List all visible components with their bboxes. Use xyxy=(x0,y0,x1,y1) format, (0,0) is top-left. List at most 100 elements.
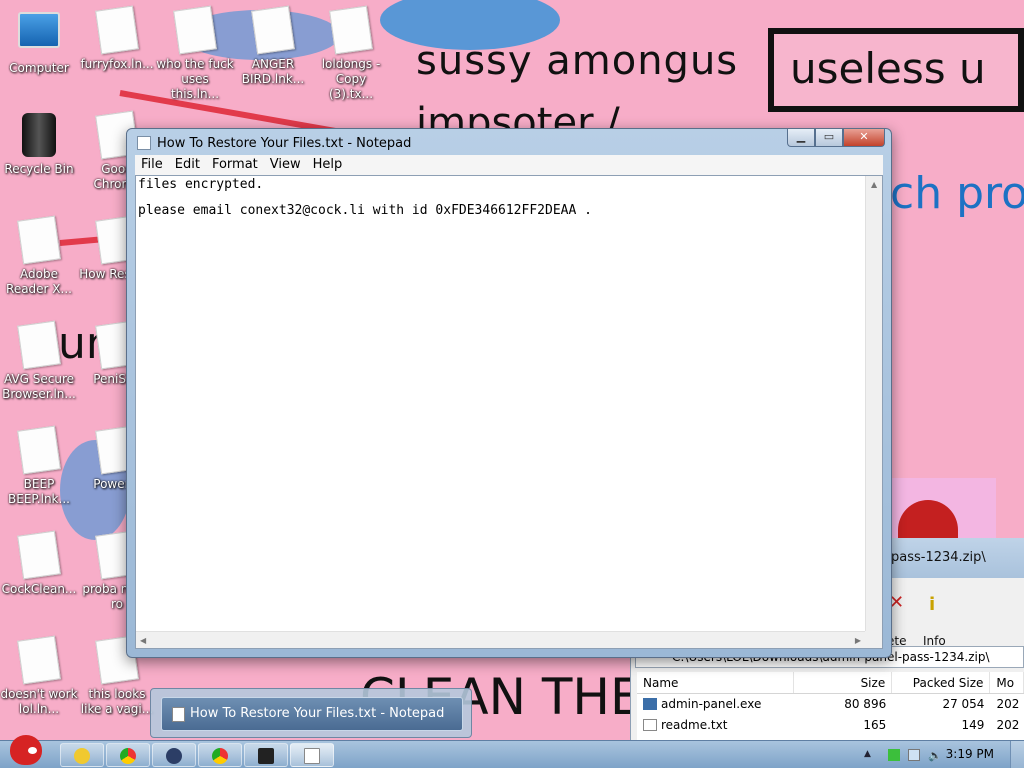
wallpaper-text-chpro: ch pro xyxy=(890,168,1024,219)
desktop-icon-who[interactable]: who the fuck uses this.ln... xyxy=(156,5,234,102)
desktop-icon-beep[interactable]: BEEP BEEP.lnk... xyxy=(0,425,78,507)
file-name: readme.txt xyxy=(661,718,728,732)
preview-label: How To Restore Your Files.txt - Notepad xyxy=(190,706,445,721)
notepad-titlebar[interactable]: How To Restore Your Files.txt - Notepad xyxy=(127,129,891,155)
desktop-icon-label: Computer xyxy=(9,61,69,75)
desktop-icon-label: loldongs - Copy (3).tx... xyxy=(321,57,381,101)
text-file-icon xyxy=(643,719,657,731)
exe-file-icon xyxy=(643,698,657,710)
computer-icon xyxy=(18,12,60,58)
clock[interactable]: 3:19 PM xyxy=(946,747,994,761)
desktop-icon-adobe[interactable]: Adobe Reader X... xyxy=(0,215,78,297)
file-list[interactable]: Name Size Packed Size Mo admin-panel.exe… xyxy=(637,672,1024,740)
scroll-left-icon[interactable]: ◀ xyxy=(140,636,146,645)
notepad-icon xyxy=(172,707,185,722)
document-icon xyxy=(329,5,373,55)
column-modified[interactable]: Mo xyxy=(990,672,1024,693)
file-size: 165 xyxy=(863,718,887,732)
start-button[interactable] xyxy=(4,731,48,768)
file-modified: 202 xyxy=(996,718,1020,732)
desktop-icon-label: AVG Secure Browser.ln... xyxy=(2,372,76,401)
system-tray: ▲ 🔈 3:19 PM xyxy=(844,741,1024,768)
notepad-icon xyxy=(304,748,320,764)
column-size[interactable]: Size xyxy=(794,672,893,693)
desktop-icon-computer[interactable]: Computer xyxy=(0,8,78,76)
chrome-icon xyxy=(120,748,136,764)
taskbar-chrome-2[interactable] xyxy=(198,743,242,767)
horizontal-scrollbar[interactable]: ◀ ▶ xyxy=(136,631,865,648)
wallpaper-text-sussy: sussy amongus xyxy=(416,38,739,84)
document-icon xyxy=(95,5,139,55)
angry-bird-icon xyxy=(10,735,42,765)
taskbar-explorer[interactable] xyxy=(60,743,104,767)
eclipse-icon xyxy=(166,748,182,764)
network-icon[interactable] xyxy=(888,749,900,761)
close-button[interactable]: ✕ xyxy=(843,129,885,147)
desktop-icon-cockclean[interactable]: CockClean... xyxy=(0,530,78,597)
taskbar: ▲ 🔈 3:19 PM xyxy=(0,735,1024,768)
table-row[interactable]: admin-panel.exe 80 896 27 054 202 xyxy=(637,694,1024,715)
document-icon xyxy=(17,425,61,475)
desktop-icon-label: Adobe Reader X... xyxy=(6,267,72,296)
file-list-header: Name Size Packed Size Mo xyxy=(637,672,1024,694)
document-icon xyxy=(173,5,217,55)
document-icon xyxy=(17,530,61,580)
file-name: admin-panel.exe xyxy=(661,697,762,711)
desktop-icon-doesnt[interactable]: doesn't work lol.ln... xyxy=(0,635,78,717)
table-row[interactable]: readme.txt 165 149 202 xyxy=(637,715,1024,736)
desktop-icon-anger[interactable]: ANGER BIRD.lnk... xyxy=(234,5,312,87)
wallpaper-pixel-art xyxy=(892,478,996,540)
taskbar-7zip[interactable] xyxy=(244,743,288,767)
desktop-icon-recycle[interactable]: Recycle Bin xyxy=(0,113,78,177)
file-packed-size: 149 xyxy=(961,718,985,732)
desktop-icon-label: BEEP BEEP.lnk... xyxy=(8,477,70,506)
minimize-button[interactable]: ▁ xyxy=(787,129,815,147)
desktop-icon-label: ANGER BIRD.lnk... xyxy=(241,57,305,86)
desktop-icon-furryfox[interactable]: furryfox.ln... xyxy=(78,5,156,72)
desktop-icon-avg[interactable]: AVG Secure Browser.ln... xyxy=(0,320,78,402)
show-desktop-button[interactable] xyxy=(1010,741,1024,768)
info-icon[interactable]: i xyxy=(929,594,939,615)
caption-buttons: ▁ ▭ ✕ xyxy=(787,129,885,147)
size-grip[interactable] xyxy=(865,631,882,648)
chrome-icon xyxy=(212,748,228,764)
scroll-right-icon[interactable]: ▶ xyxy=(855,636,861,645)
scroll-up-icon[interactable]: ▲ xyxy=(871,180,877,189)
desktop-icon-label: CockClean... xyxy=(1,582,77,596)
editor-line-1: files encrypted. xyxy=(138,177,264,192)
taskbar-preview[interactable]: How To Restore Your Files.txt - Notepad xyxy=(150,688,472,738)
action-center-icon[interactable] xyxy=(908,749,920,761)
desktop-icon-label: doesn't work lol.ln... xyxy=(0,687,78,716)
notepad-title: How To Restore Your Files.txt - Notepad xyxy=(157,136,412,151)
menu-view[interactable]: View xyxy=(264,155,307,175)
tray-expand-icon[interactable]: ▲ xyxy=(864,749,876,761)
editor-line-2: please email conext32@cock.li with id 0x… xyxy=(138,203,592,218)
taskbar-notepad[interactable] xyxy=(290,743,334,767)
column-packed-size[interactable]: Packed Size xyxy=(892,672,991,693)
volume-icon[interactable]: 🔈 xyxy=(928,749,942,762)
desktop-icon-label: this looks like a vagi... xyxy=(80,687,154,716)
desktop-icon-label: who the fuck uses this.ln... xyxy=(156,57,234,101)
7zip-icon xyxy=(258,748,274,764)
file-size: 80 896 xyxy=(844,697,887,711)
document-icon xyxy=(251,5,295,55)
maximize-button[interactable]: ▭ xyxy=(815,129,843,147)
menu-help[interactable]: Help xyxy=(307,155,349,175)
desktop-icon-label: Recycle Bin xyxy=(4,162,74,176)
notepad-window[interactable]: How To Restore Your Files.txt - Notepad … xyxy=(126,128,892,658)
preview-item[interactable]: How To Restore Your Files.txt - Notepad xyxy=(161,697,463,731)
text-editor[interactable]: files encrypted. please email conext32@c… xyxy=(135,175,883,649)
desktop-icon-loldongs[interactable]: loldongs - Copy (3).tx... xyxy=(312,5,390,102)
taskbar-eclipse[interactable] xyxy=(152,743,196,767)
recycle-bin-icon xyxy=(18,113,60,159)
folder-icon xyxy=(74,748,90,764)
document-icon xyxy=(17,635,61,685)
taskbar-chrome[interactable] xyxy=(106,743,150,767)
file-modified: 202 xyxy=(996,697,1020,711)
document-icon xyxy=(17,215,61,265)
vertical-scrollbar[interactable]: ▲ xyxy=(865,176,882,631)
document-icon xyxy=(17,320,61,370)
column-name[interactable]: Name xyxy=(637,672,794,693)
file-packed-size: 27 054 xyxy=(942,697,985,711)
wallpaper-text-useless: useless u xyxy=(790,44,986,93)
